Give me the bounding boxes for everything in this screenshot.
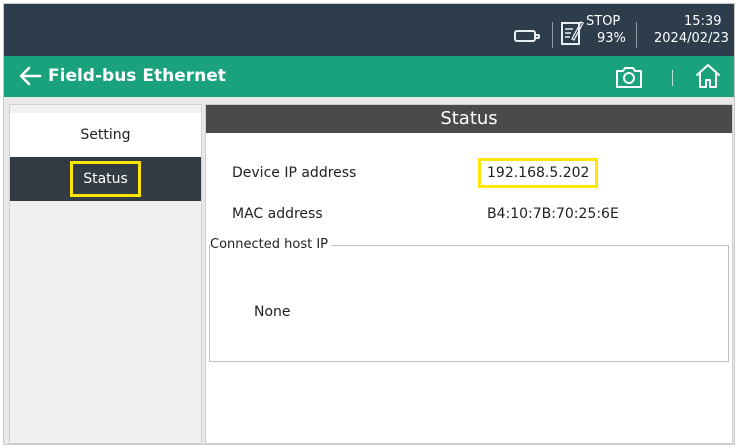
clock-date: 2024/02/23: [654, 31, 729, 46]
title-divider: [672, 70, 673, 86]
connected-host-label: Connected host IP: [210, 236, 332, 254]
status-divider: [636, 22, 637, 48]
title-bar: Field-bus Ethernet: [4, 56, 734, 97]
run-state-text: STOP: [586, 14, 621, 29]
camera-icon[interactable]: [614, 64, 644, 90]
clock-time: 15:39: [684, 14, 722, 29]
status-panel: Status Device IP address 192.168.5.202 M…: [205, 104, 733, 444]
nav-item-setting[interactable]: Setting: [10, 113, 201, 157]
status-divider: [552, 22, 553, 48]
connected-host-group: Connected host IP None: [209, 236, 729, 362]
mac-address-label: MAC address: [232, 206, 323, 222]
device-ip-value: 192.168.5.202: [478, 158, 599, 188]
nav-item-label: Status: [70, 161, 141, 197]
back-arrow-icon[interactable]: [18, 65, 42, 87]
document-edit-icon: [561, 21, 584, 45]
nav-item-status[interactable]: Status: [10, 157, 201, 201]
panel-header: Status: [206, 105, 732, 133]
app-window: STOP 93% 15:39 2024/02/23 Field-bus Ethe…: [3, 3, 735, 445]
mac-address-value: B4:10:7B:70:25:6E: [487, 206, 619, 222]
device-ip-label: Device IP address: [232, 165, 357, 181]
battery-icon: [514, 30, 540, 42]
status-bar: STOP 93% 15:39 2024/02/23: [4, 4, 734, 56]
battery-percent: 93%: [597, 31, 626, 46]
home-icon[interactable]: [694, 62, 722, 90]
connected-host-value: None: [254, 304, 291, 320]
nav-item-label: Setting: [80, 127, 131, 143]
side-nav: Setting Status: [9, 104, 202, 444]
page-title: Field-bus Ethernet: [48, 66, 226, 86]
